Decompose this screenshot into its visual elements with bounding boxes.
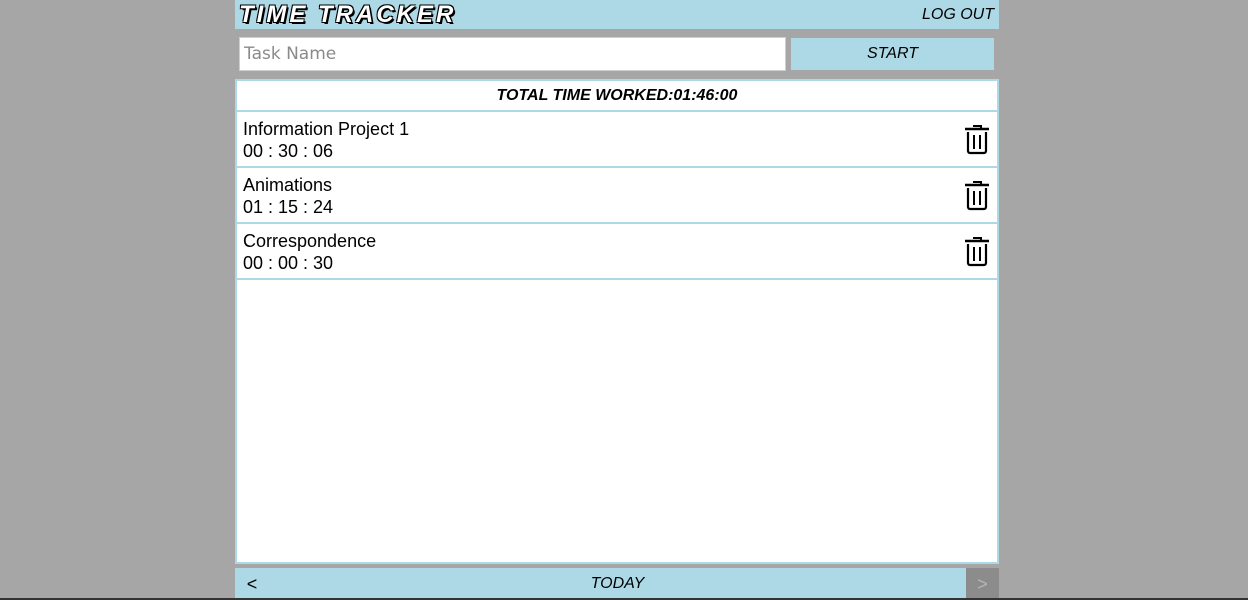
date-navigation-bar: < TODAY > [235,568,999,600]
task-time: 00 : 00 : 30 [243,253,334,273]
task-row: Animations 01 : 15 : 24 [237,168,997,224]
task-name-input[interactable] [239,37,786,71]
task-time: 01 : 15 : 24 [243,197,334,217]
previous-day-button[interactable]: < [235,568,269,600]
trash-icon[interactable] [963,123,991,155]
start-button[interactable]: START [791,38,994,70]
task-name: Correspondence [243,231,377,251]
app-title: TIME TRACKER [239,1,457,28]
task-list-panel: TOTAL TIME WORKED:01:46:00 Information P… [235,79,999,564]
total-time-worked: TOTAL TIME WORKED:01:46:00 [237,81,997,112]
trash-icon[interactable] [963,179,991,211]
current-date-label: TODAY [590,575,645,592]
trash-icon[interactable] [963,235,991,267]
logout-link[interactable]: LOG OUT [922,0,994,29]
header-bar: TIME TRACKER LOG OUT [235,0,999,29]
task-name: Information Project 1 [243,119,410,139]
next-day-button: > [966,568,999,600]
task-time: 00 : 30 : 06 [243,141,334,161]
task-row: Information Project 1 00 : 30 : 06 [237,112,997,168]
task-name: Animations [243,175,333,195]
time-tracker-app: TIME TRACKER LOG OUT START TOTAL TIME WO… [235,0,999,600]
task-row: Correspondence 00 : 00 : 30 [237,224,997,280]
